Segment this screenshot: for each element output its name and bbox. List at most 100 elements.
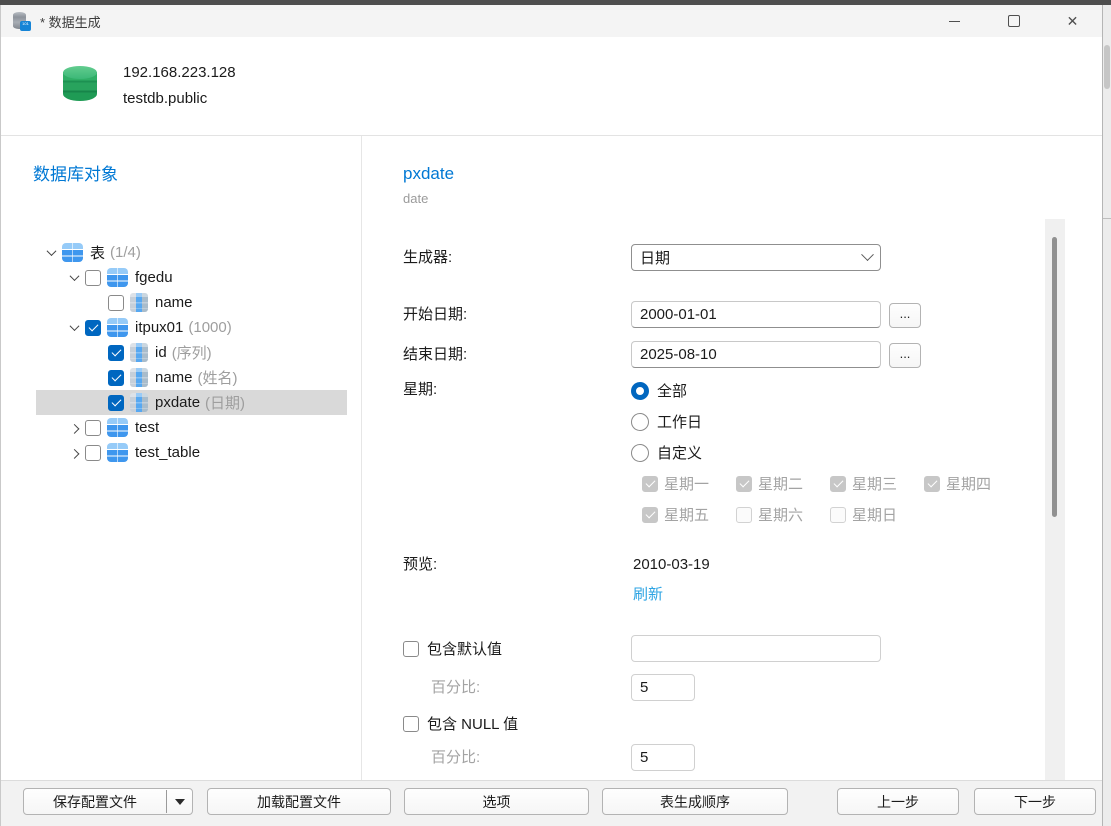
end-date-label: 结束日期: <box>403 341 467 368</box>
outer-scrollbar-thumb[interactable] <box>1104 45 1110 89</box>
checkbox[interactable] <box>85 270 101 286</box>
radio-icon[interactable] <box>631 413 649 431</box>
default-value-input[interactable] <box>631 635 881 662</box>
previous-step-button[interactable]: 上一步 <box>837 788 959 815</box>
generator-selected-value: 日期 <box>640 247 863 268</box>
outer-scrollbar-divider <box>1103 218 1111 219</box>
weekday-option-workday[interactable]: 工作日 <box>631 406 702 437</box>
detail-scrollbar[interactable] <box>1045 219 1065 780</box>
tree-label: test <box>135 419 159 436</box>
weekday-option-custom[interactable]: 自定义 <box>631 437 702 468</box>
checkbox-checked[interactable] <box>108 345 124 361</box>
radio-icon[interactable] <box>631 444 649 462</box>
default-percent-label: 百分比: <box>431 674 480 701</box>
preview-label: 预览: <box>403 551 437 578</box>
weekday-saturday: 星期六 <box>736 504 830 525</box>
tree-label: pxdate <box>155 394 200 411</box>
weekday-sunday: 星期日 <box>830 504 924 525</box>
tree-label: fgedu <box>135 269 173 286</box>
save-profile-dropdown[interactable] <box>167 789 192 814</box>
maximize-button[interactable] <box>984 5 1043 37</box>
checkbox[interactable] <box>85 420 101 436</box>
tree-count: (1/4) <box>110 244 141 261</box>
data-generation-dialog: 101 * 数据生成 ✕ 192.168.223.128 testdb.publ… <box>0 0 1111 826</box>
chevron-right-icon[interactable] <box>63 440 85 465</box>
chevron-down-icon[interactable] <box>40 240 62 265</box>
tree-label: itpux01 <box>135 319 183 336</box>
close-icon: ✕ <box>1067 14 1079 28</box>
default-percent-input[interactable] <box>631 674 695 701</box>
save-profile-button[interactable]: 保存配置文件 <box>24 789 166 814</box>
weekday-thursday: 星期四 <box>924 473 1018 494</box>
radio-selected-icon[interactable] <box>631 382 649 400</box>
tree-row-test-table[interactable]: test_table <box>36 440 347 465</box>
end-date-browse-button[interactable]: ... <box>889 343 921 368</box>
checkbox[interactable] <box>403 641 419 657</box>
null-percent-input[interactable] <box>631 744 695 771</box>
start-date-browse-button[interactable]: ... <box>889 303 921 328</box>
weekday-checkbox-row-1: 星期一 星期二 星期三 星期四 <box>642 468 1018 499</box>
chevron-down-icon[interactable] <box>63 265 85 290</box>
chevron-down-icon[interactable] <box>63 315 85 340</box>
field-icon <box>130 368 148 387</box>
next-step-button[interactable]: 下一步 <box>974 788 1096 815</box>
tree-label: name <box>155 294 193 311</box>
outer-scrollbar[interactable] <box>1103 5 1111 826</box>
tree-label: id <box>155 344 167 361</box>
chevron-down-icon <box>861 248 874 261</box>
checkbox-checked[interactable] <box>85 320 101 336</box>
end-date-input[interactable] <box>631 341 881 368</box>
tree-generator-hint: (日期) <box>205 392 245 413</box>
checkbox-checked-disabled <box>830 476 846 492</box>
connection-schema: testdb.public <box>123 90 207 107</box>
table-generation-order-button[interactable]: 表生成顺序 <box>602 788 788 815</box>
field-type-subtitle: date <box>403 191 428 206</box>
options-button[interactable]: 选项 <box>404 788 589 815</box>
weekday-label: 星期: <box>403 376 437 403</box>
weekday-tuesday: 星期二 <box>736 473 830 494</box>
tree-generator-hint: (序列) <box>172 342 212 363</box>
tree-row-test[interactable]: test <box>36 415 347 440</box>
scrollbar-thumb[interactable] <box>1052 237 1057 517</box>
minimize-button[interactable] <box>925 5 984 37</box>
checkbox[interactable] <box>403 716 419 732</box>
weekday-checkbox-row-2: 星期五 星期六 星期日 <box>642 499 924 530</box>
include-default-checkbox-row[interactable]: 包含默认值 <box>403 635 502 662</box>
include-null-checkbox-row[interactable]: 包含 NULL 值 <box>403 710 518 737</box>
tree-label: name <box>155 369 193 386</box>
table-icon <box>107 268 128 287</box>
window-title: * 数据生成 <box>40 12 101 31</box>
checkbox-checked[interactable] <box>108 395 124 411</box>
connection-host: 192.168.223.128 <box>123 64 236 81</box>
checkbox-checked-disabled <box>924 476 940 492</box>
field-icon <box>130 393 148 412</box>
tree-row-tables[interactable]: 表 (1/4) <box>36 240 347 265</box>
tree-row-itpux01[interactable]: itpux01 (1000) <box>36 315 347 340</box>
field-icon <box>130 293 148 312</box>
weekday-monday: 星期一 <box>642 473 736 494</box>
window-left-border <box>0 5 1 826</box>
tree-row-name[interactable]: name (姓名) <box>36 365 347 390</box>
load-profile-button[interactable]: 加载配置文件 <box>207 788 391 815</box>
refresh-link[interactable]: 刷新 <box>633 583 663 607</box>
tree-row-fgedu[interactable]: fgedu <box>36 265 347 290</box>
table-icon <box>107 443 128 462</box>
tree-row-pxdate-selected[interactable]: pxdate (日期) <box>36 390 347 415</box>
checkbox[interactable] <box>85 445 101 461</box>
tree-generator-hint: (姓名) <box>198 367 238 388</box>
weekday-option-all[interactable]: 全部 <box>631 375 687 406</box>
close-button[interactable]: ✕ <box>1043 5 1102 37</box>
connection-header: 192.168.223.128 testdb.public <box>1 37 1102 136</box>
checkbox-checked[interactable] <box>108 370 124 386</box>
save-profile-split-button[interactable]: 保存配置文件 <box>23 788 193 815</box>
start-date-input[interactable] <box>631 301 881 328</box>
tree-row-id[interactable]: id (序列) <box>36 340 347 365</box>
chevron-right-icon[interactable] <box>63 415 85 440</box>
tree-row-fgedu-name[interactable]: name <box>36 290 347 315</box>
table-icon <box>62 243 83 262</box>
checkbox[interactable] <box>108 295 124 311</box>
sidebar-title: 数据库对象 <box>33 160 118 185</box>
generator-select[interactable]: 日期 <box>631 244 881 271</box>
checkbox-disabled <box>830 507 846 523</box>
database-icon <box>63 66 97 107</box>
